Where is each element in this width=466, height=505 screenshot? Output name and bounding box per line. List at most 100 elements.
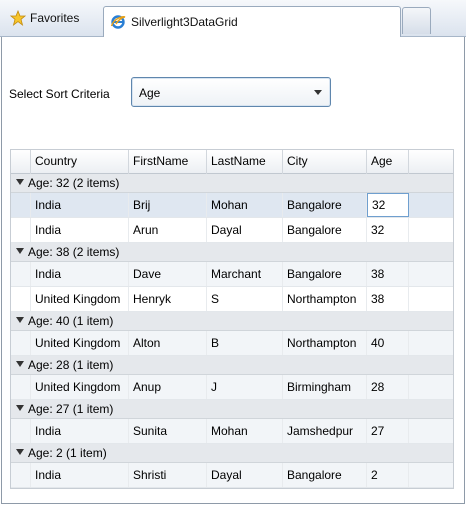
- cell-city[interactable]: Northampton: [283, 287, 367, 311]
- row-header-cell: [11, 262, 31, 286]
- row-header-corner: [11, 150, 31, 174]
- cell-firstname[interactable]: Brij: [129, 193, 207, 217]
- group-header-label: Age: 40 (1 item): [28, 314, 114, 328]
- cell-country[interactable]: India: [31, 262, 129, 286]
- group-header-label: Age: 2 (1 item): [28, 446, 107, 460]
- tab-bar: Favorites Silverlight3DataGrid: [0, 0, 466, 37]
- table-row[interactable]: India Arun Dayal Bangalore 32: [11, 218, 453, 243]
- cell-age[interactable]: 2: [367, 463, 409, 487]
- cell-filler: [409, 287, 453, 311]
- cell-country[interactable]: United Kingdom: [31, 287, 129, 311]
- cell-country[interactable]: United Kingdom: [31, 331, 129, 355]
- cell-lastname[interactable]: B: [207, 331, 283, 355]
- cell-country[interactable]: India: [31, 463, 129, 487]
- column-header-lastname[interactable]: LastName: [207, 150, 283, 174]
- group-header[interactable]: Age: 38 (2 items): [11, 243, 453, 262]
- cell-city[interactable]: Jamshedpur: [283, 419, 367, 443]
- group-header[interactable]: Age: 40 (1 item): [11, 312, 453, 331]
- collapse-triangle-icon[interactable]: [16, 449, 24, 455]
- grid-header: Country FirstName LastName City Age: [11, 150, 453, 174]
- sort-criteria-dropdown[interactable]: Age: [131, 77, 331, 107]
- cell-filler: [409, 218, 453, 242]
- ie-icon: [110, 14, 126, 30]
- cell-lastname[interactable]: Dayal: [207, 463, 283, 487]
- tab-title: Silverlight3DataGrid: [131, 15, 238, 29]
- cell-filler: [409, 419, 453, 443]
- table-row[interactable]: India Brij Mohan Bangalore 32: [11, 193, 453, 218]
- cell-city[interactable]: Bangalore: [283, 463, 367, 487]
- cell-city[interactable]: Bangalore: [283, 262, 367, 286]
- tab-silverlight[interactable]: Silverlight3DataGrid: [103, 6, 401, 37]
- cell-filler: [409, 331, 453, 355]
- cell-age[interactable]: 27: [367, 419, 409, 443]
- cell-filler: [409, 463, 453, 487]
- cell-age[interactable]: 32: [367, 218, 409, 242]
- collapse-triangle-icon[interactable]: [16, 317, 24, 323]
- cell-filler: [409, 262, 453, 286]
- cell-lastname[interactable]: Mohan: [207, 419, 283, 443]
- favorites-button[interactable]: Favorites: [6, 6, 85, 30]
- cell-lastname[interactable]: Dayal: [207, 218, 283, 242]
- cell-firstname[interactable]: Arun: [129, 218, 207, 242]
- chevron-down-icon: [314, 90, 322, 95]
- collapse-triangle-icon[interactable]: [16, 248, 24, 254]
- table-row[interactable]: India Sunita Mohan Jamshedpur 27: [11, 419, 453, 444]
- cell-firstname[interactable]: Shristi: [129, 463, 207, 487]
- group-header-label: Age: 32 (2 items): [28, 176, 120, 190]
- collapse-triangle-icon[interactable]: [16, 405, 24, 411]
- row-header-cell: [11, 463, 31, 487]
- table-row[interactable]: United Kingdom Henryk S Northampton 38: [11, 287, 453, 312]
- cell-country[interactable]: India: [31, 419, 129, 443]
- cell-city[interactable]: Bangalore: [283, 218, 367, 242]
- column-header-age[interactable]: Age: [367, 150, 409, 174]
- cell-age[interactable]: 28: [367, 375, 409, 399]
- star-icon: [9, 9, 27, 27]
- table-row[interactable]: United Kingdom Anup J Birmingham 28: [11, 375, 453, 400]
- cell-city[interactable]: Bangalore: [283, 193, 367, 217]
- cell-firstname[interactable]: Dave: [129, 262, 207, 286]
- cell-country[interactable]: United Kingdom: [31, 375, 129, 399]
- cell-lastname[interactable]: Mohan: [207, 193, 283, 217]
- cell-country[interactable]: India: [31, 193, 129, 217]
- cell-firstname[interactable]: Henryk: [129, 287, 207, 311]
- group-header[interactable]: Age: 28 (1 item): [11, 356, 453, 375]
- cell-firstname[interactable]: Anup: [129, 375, 207, 399]
- sort-criteria-label: Select Sort Criteria: [9, 87, 110, 101]
- row-header-cell: [11, 419, 31, 443]
- cell-city[interactable]: Birmingham: [283, 375, 367, 399]
- page-content: Select Sort Criteria Age Country FirstNa…: [1, 37, 465, 504]
- cell-lastname[interactable]: S: [207, 287, 283, 311]
- row-header-cell: [11, 331, 31, 355]
- cell-age[interactable]: 40: [367, 331, 409, 355]
- table-row[interactable]: India Shristi Dayal Bangalore 2: [11, 463, 453, 488]
- cell-lastname[interactable]: J: [207, 375, 283, 399]
- column-header-filler: [409, 150, 453, 174]
- cell-firstname[interactable]: Alton: [129, 331, 207, 355]
- sort-criteria-value: Age: [139, 86, 161, 100]
- column-header-country[interactable]: Country: [31, 150, 129, 174]
- browser-window: Favorites Silverlight3DataGrid Select So…: [0, 0, 466, 505]
- data-grid[interactable]: Country FirstName LastName City Age Age:…: [10, 149, 454, 489]
- group-header[interactable]: Age: 2 (1 item): [11, 444, 453, 463]
- favorites-label: Favorites: [30, 11, 80, 25]
- cell-firstname[interactable]: Sunita: [129, 419, 207, 443]
- row-header-cell: [11, 218, 31, 242]
- cell-age[interactable]: 32: [367, 193, 409, 217]
- column-header-firstname[interactable]: FirstName: [129, 150, 207, 174]
- cell-age[interactable]: 38: [367, 262, 409, 286]
- group-header-label: Age: 38 (2 items): [28, 245, 120, 259]
- cell-country[interactable]: India: [31, 218, 129, 242]
- column-header-city[interactable]: City: [283, 150, 367, 174]
- table-row[interactable]: United Kingdom Alton B Northampton 40: [11, 331, 453, 356]
- cell-city[interactable]: Northampton: [283, 331, 367, 355]
- cell-age[interactable]: 38: [367, 287, 409, 311]
- group-header-label: Age: 28 (1 item): [28, 358, 114, 372]
- collapse-triangle-icon[interactable]: [16, 179, 24, 185]
- group-header[interactable]: Age: 32 (2 items): [11, 174, 453, 193]
- table-row[interactable]: India Dave Marchant Bangalore 38: [11, 262, 453, 287]
- group-header[interactable]: Age: 27 (1 item): [11, 400, 453, 419]
- row-header-cell: [11, 193, 31, 217]
- collapse-triangle-icon[interactable]: [16, 361, 24, 367]
- cell-lastname[interactable]: Marchant: [207, 262, 283, 286]
- new-tab-button[interactable]: [402, 7, 431, 34]
